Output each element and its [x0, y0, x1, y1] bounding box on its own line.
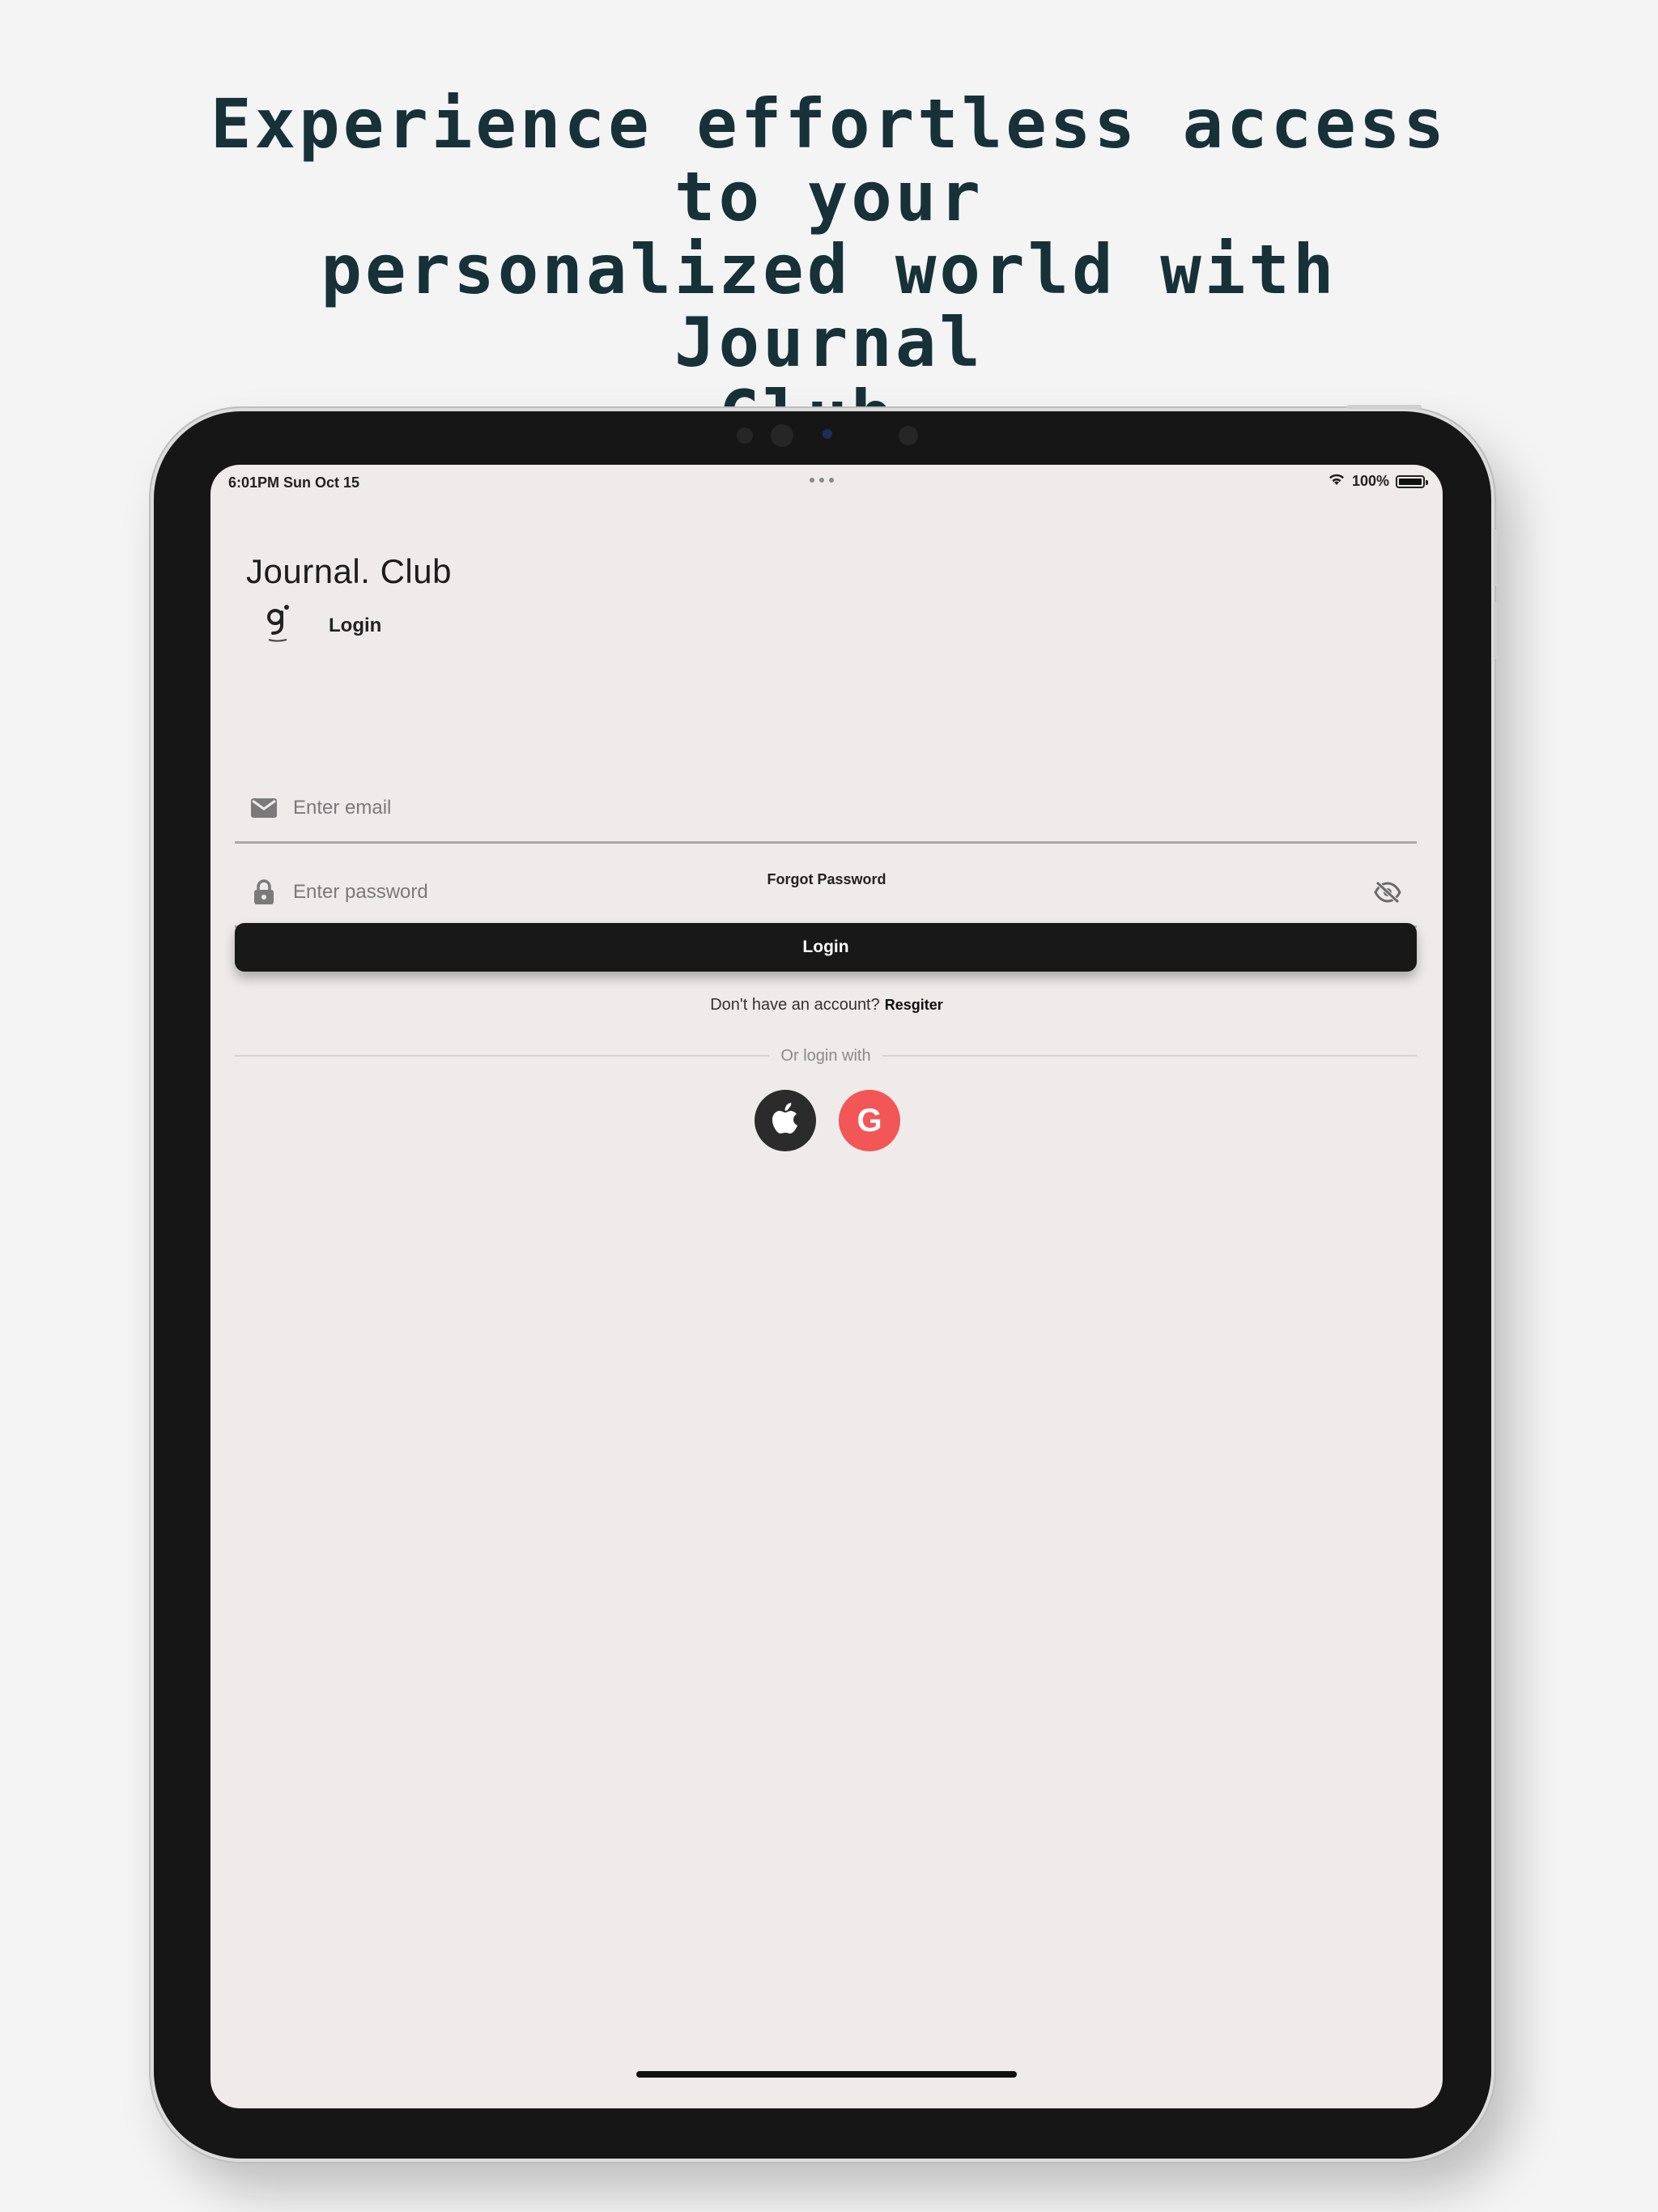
- email-field-row: [235, 774, 1417, 844]
- journal-logo-icon: [264, 604, 293, 648]
- screen-title: Login: [329, 615, 382, 636]
- status-indicators: 100%: [1328, 473, 1428, 490]
- login-header: Login: [264, 604, 381, 648]
- headline-line-1: Experience effortless access to your: [210, 84, 1448, 236]
- battery-icon: [1396, 474, 1428, 488]
- wifi-icon: [1328, 473, 1346, 490]
- divider-line-right: [882, 1055, 1417, 1057]
- home-indicator[interactable]: [636, 2071, 1017, 2078]
- google-login-button[interactable]: G: [839, 1090, 900, 1151]
- volume-up-button: [1494, 530, 1498, 586]
- password-field-row: [235, 858, 1417, 928]
- brand-title: Journal. Club: [246, 552, 452, 590]
- camera-sensor-right: [899, 426, 918, 445]
- tablet-frame: 6:01PM Sun Oct 15 100% Journal. Club Log…: [151, 405, 1498, 2162]
- register-prompt: Don't have an account? Resgiter: [210, 996, 1443, 1015]
- app-screen: 6:01PM Sun Oct 15 100% Journal. Club Log…: [210, 465, 1443, 2108]
- top-button: [1347, 405, 1422, 409]
- volume-down-button: [1494, 602, 1498, 659]
- camera-indicator: [823, 429, 832, 439]
- camera-lens: [771, 424, 793, 447]
- marketing-headline: Experience effortless access to your per…: [146, 87, 1512, 452]
- headline-line-2: personalized world with Journal: [321, 230, 1337, 382]
- divider-line-left: [235, 1055, 770, 1057]
- apple-icon: [772, 1102, 799, 1139]
- login-button[interactable]: Login: [235, 923, 1417, 972]
- or-login-with-text: Or login with: [780, 1046, 871, 1065]
- mail-icon: [251, 795, 277, 821]
- google-icon: G: [857, 1102, 882, 1138]
- multitask-dots[interactable]: [810, 478, 834, 483]
- email-input[interactable]: [293, 796, 1417, 819]
- register-link[interactable]: Resgiter: [885, 997, 943, 1013]
- status-time: 6:01PM Sun Oct 15: [228, 474, 360, 491]
- camera-sensor: [737, 428, 753, 444]
- or-login-divider: Or login with: [235, 1044, 1417, 1067]
- no-account-text: Don't have an account?: [710, 996, 880, 1014]
- apple-login-button[interactable]: [755, 1090, 816, 1151]
- battery-percent: 100%: [1351, 473, 1389, 489]
- forgot-password-link[interactable]: Forgot Password: [210, 871, 1443, 888]
